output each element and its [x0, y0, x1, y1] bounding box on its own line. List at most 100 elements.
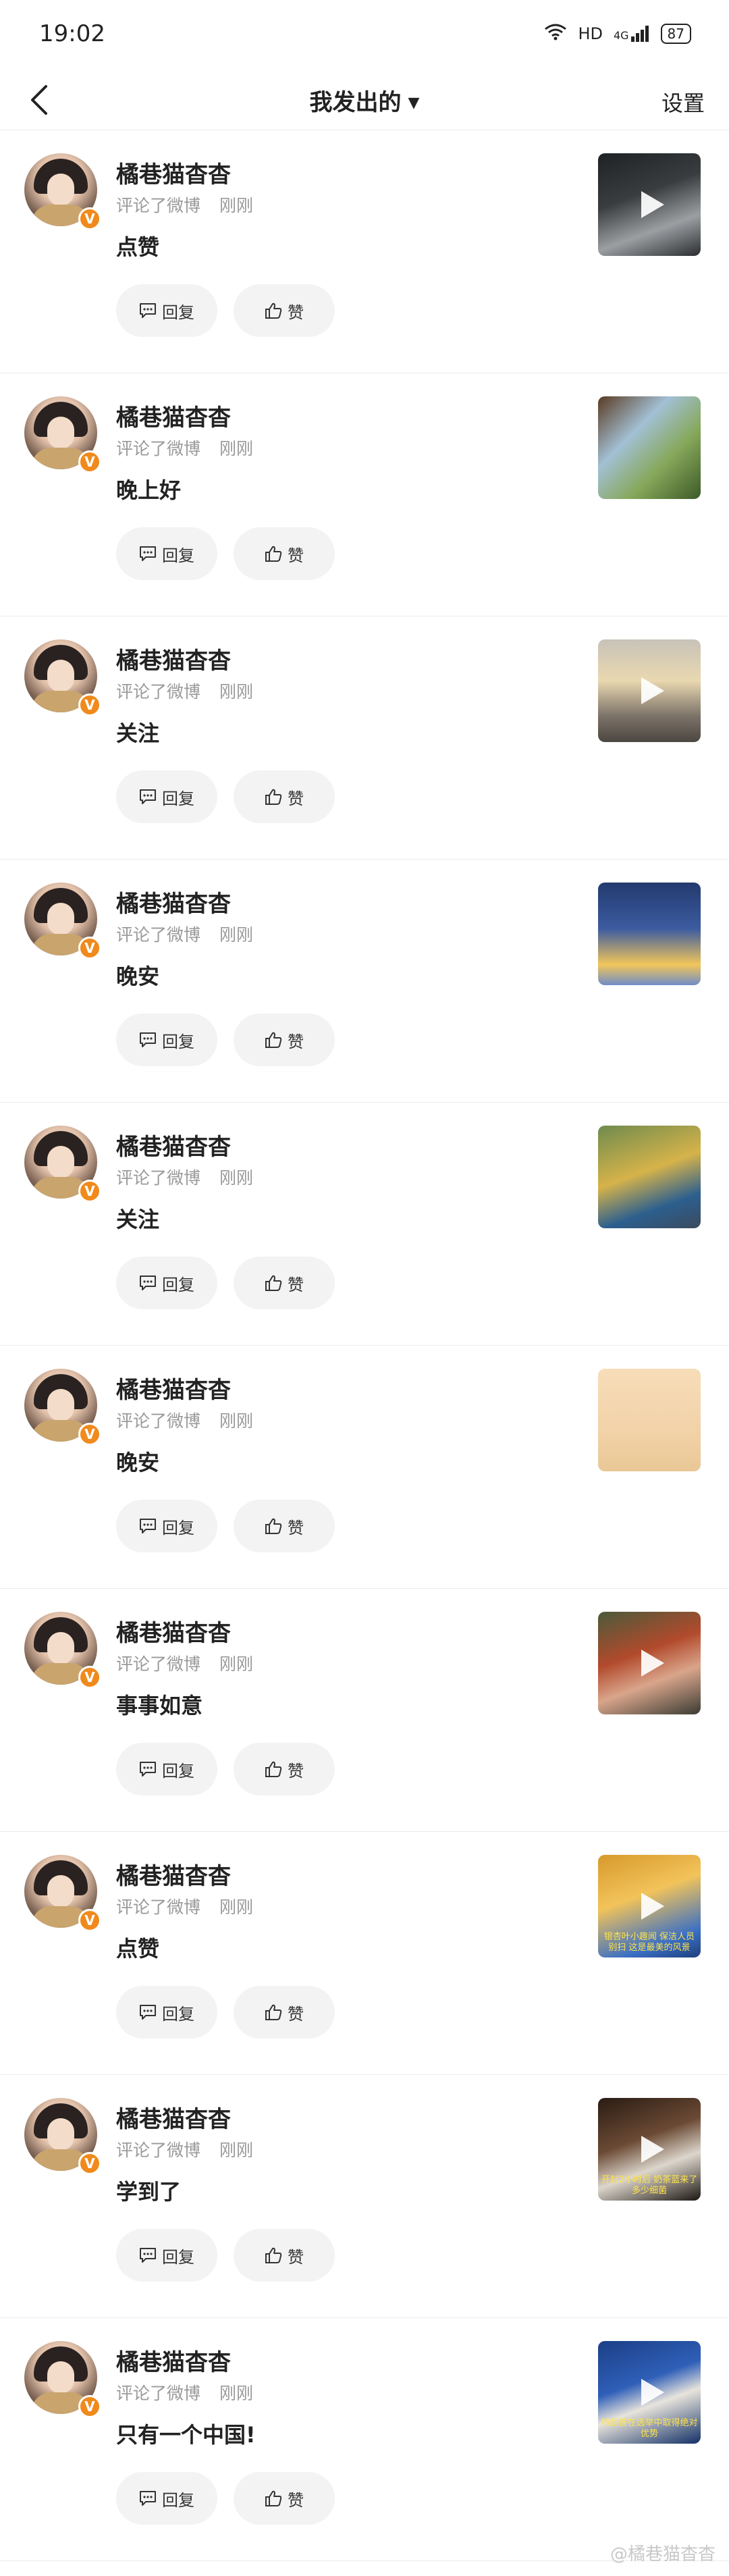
comment-item[interactable]: V 橘巷猫杳杳 评论了微博 刚刚 关注 回复 赞 — [0, 1103, 729, 1346]
comment-item[interactable]: V 橘巷猫杳杳 评论了微博 刚刚 学到了 回复 赞 开封2小时后 奶茶蓝来了多少细… — [0, 2075, 729, 2318]
verified-badge-icon: V — [78, 1909, 101, 1932]
avatar[interactable]: V — [24, 1612, 101, 1689]
signal-4g-label: 4G — [613, 29, 629, 42]
reply-label: 回复 — [162, 1761, 194, 1781]
settings-button[interactable]: 设置 — [662, 86, 705, 117]
username[interactable]: 橘巷猫杳杳 — [116, 2344, 231, 2377]
comment-item[interactable]: V 橘巷猫杳杳 评论了微博 刚刚 事事如意 回复 赞 — [0, 1589, 729, 1832]
comment-item[interactable]: V 橘巷猫杳杳 评论了微博 刚刚 晚上好 回复 赞 — [0, 373, 729, 616]
like-button[interactable]: 赞 — [234, 1500, 335, 1552]
verified-badge-icon: V — [78, 450, 101, 473]
avatar[interactable]: V — [24, 1855, 101, 1932]
nav-title-dropdown[interactable]: 我发出的 ▼ — [0, 84, 729, 117]
avatar[interactable]: V — [24, 1369, 101, 1446]
verified-badge-icon: V — [78, 937, 101, 960]
username[interactable]: 橘巷猫杳杳 — [116, 156, 231, 189]
post-thumbnail[interactable] — [598, 1369, 701, 1471]
avatar[interactable]: V — [24, 153, 101, 230]
comment-item[interactable]: V 橘巷猫杳杳 评论了微博 刚刚 只有一个中国! 回复 赞 特朗普在选举中取得绝对… — [0, 2318, 729, 2561]
reply-button[interactable]: 回复 — [116, 1014, 217, 1066]
reply-button[interactable]: 回复 — [116, 1500, 217, 1552]
reply-icon — [140, 2491, 156, 2506]
username[interactable]: 橘巷猫杳杳 — [116, 1128, 231, 1161]
verified-badge-icon: V — [78, 1180, 101, 1203]
reply-button[interactable]: 回复 — [116, 1743, 217, 1795]
avatar[interactable]: V — [24, 639, 101, 716]
reply-button[interactable]: 回复 — [116, 2229, 217, 2282]
reply-button[interactable]: 回复 — [116, 1986, 217, 2039]
avatar[interactable]: V — [24, 2341, 101, 2418]
post-thumbnail[interactable]: 特朗普在选举中取得绝对优势 — [598, 2341, 701, 2444]
username[interactable]: 橘巷猫杳杳 — [116, 642, 231, 675]
username[interactable]: 橘巷猫杳杳 — [116, 1858, 231, 1891]
like-button[interactable]: 赞 — [234, 1743, 335, 1795]
comment-item[interactable]: V 橘巷猫杳杳 评论了微博 刚刚 晚安 回复 赞 — [0, 1346, 729, 1589]
timestamp: 刚刚 — [219, 1897, 254, 1917]
timestamp: 刚刚 — [219, 682, 254, 702]
nav-bar: 我发出的 ▼ 设置 — [0, 74, 729, 130]
avatar[interactable]: V — [24, 1126, 101, 1203]
reply-button[interactable]: 回复 — [116, 2472, 217, 2525]
comment-feed: V 橘巷猫杳杳 评论了微博 刚刚 点赞 回复 赞 V 橘巷猫杳杳 评论了微博 刚… — [0, 130, 729, 2561]
like-button[interactable]: 赞 — [234, 2229, 335, 2282]
thumbs-up-icon — [265, 1761, 282, 1777]
caret-down-icon: ▼ — [408, 95, 420, 111]
action-text: 评论了微博 — [116, 1654, 201, 1674]
post-thumbnail[interactable] — [598, 396, 701, 499]
thumbs-up-icon — [265, 2490, 282, 2506]
avatar[interactable]: V — [24, 396, 101, 473]
post-thumbnail[interactable] — [598, 883, 701, 985]
like-button[interactable]: 赞 — [234, 527, 335, 580]
comment-meta: 评论了微博 刚刚 — [116, 192, 253, 217]
like-button[interactable]: 赞 — [234, 1986, 335, 2039]
post-thumbnail[interactable]: 开封2小时后 奶茶蓝来了多少细菌 — [598, 2098, 701, 2201]
timestamp: 刚刚 — [219, 2384, 254, 2403]
play-icon — [641, 1893, 664, 1920]
avatar[interactable]: V — [24, 883, 101, 960]
timestamp: 刚刚 — [219, 196, 254, 215]
action-text: 评论了微博 — [116, 1897, 201, 1917]
comment-item[interactable]: V 橘巷猫杳杳 评论了微博 刚刚 关注 回复 赞 — [0, 616, 729, 860]
signal-icon: 4G — [614, 26, 650, 42]
comment-text: 点赞 — [116, 1936, 160, 1962]
timestamp: 刚刚 — [219, 1411, 254, 1431]
username[interactable]: 橘巷猫杳杳 — [116, 399, 231, 432]
thumbs-up-icon — [265, 1518, 282, 1534]
username[interactable]: 橘巷猫杳杳 — [116, 885, 231, 918]
avatar[interactable]: V — [24, 2098, 101, 2175]
reply-label: 回复 — [162, 789, 194, 808]
username[interactable]: 橘巷猫杳杳 — [116, 1614, 231, 1648]
username[interactable]: 橘巷猫杳杳 — [116, 2101, 231, 2134]
reply-button[interactable]: 回复 — [116, 770, 217, 823]
like-button[interactable]: 赞 — [234, 1257, 335, 1309]
thumbnail-caption: 特朗普在选举中取得绝对优势 — [601, 2418, 698, 2439]
like-button[interactable]: 赞 — [234, 1014, 335, 1066]
reply-button[interactable]: 回复 — [116, 527, 217, 580]
username[interactable]: 橘巷猫杳杳 — [116, 1371, 231, 1404]
page-title: 我发出的 — [309, 89, 402, 116]
post-thumbnail[interactable] — [598, 1612, 701, 1714]
reply-button[interactable]: 回复 — [116, 284, 217, 337]
timestamp: 刚刚 — [219, 439, 254, 458]
like-label: 赞 — [288, 2004, 304, 2024]
timestamp: 刚刚 — [219, 925, 254, 945]
post-thumbnail[interactable] — [598, 153, 701, 256]
wifi-icon — [544, 23, 567, 45]
comment-meta: 评论了微博 刚刚 — [116, 1651, 253, 1675]
like-button[interactable]: 赞 — [234, 2472, 335, 2525]
like-button[interactable]: 赞 — [234, 770, 335, 823]
post-thumbnail[interactable] — [598, 1126, 701, 1228]
reply-button[interactable]: 回复 — [116, 1257, 217, 1309]
reply-label: 回复 — [162, 2247, 194, 2267]
thumbs-up-icon — [265, 1275, 282, 1291]
reply-label: 回复 — [162, 1275, 194, 1294]
comment-item[interactable]: V 橘巷猫杳杳 评论了微博 刚刚 点赞 回复 赞 — [0, 130, 729, 373]
post-thumbnail[interactable] — [598, 639, 701, 742]
comment-item[interactable]: V 橘巷猫杳杳 评论了微博 刚刚 晚安 回复 赞 — [0, 860, 729, 1103]
like-button[interactable]: 赞 — [234, 284, 335, 337]
post-thumbnail[interactable]: 银杏叶小趣闻 保洁人员别扫 这是最美的风景 — [598, 1855, 701, 1957]
like-label: 赞 — [288, 1032, 304, 1051]
reply-label: 回复 — [162, 1032, 194, 1051]
thumbnail-caption: 开封2小时后 奶茶蓝来了多少细菌 — [601, 2175, 698, 2196]
comment-item[interactable]: V 橘巷猫杳杳 评论了微博 刚刚 点赞 回复 赞 银杏叶小趣闻 保洁人员别扫 这是… — [0, 1832, 729, 2075]
